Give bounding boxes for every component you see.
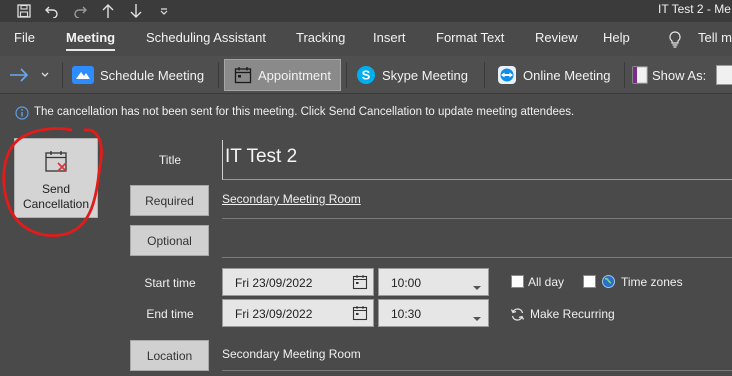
calendar-icon [234,66,252,84]
forward-button[interactable] [8,59,30,91]
ribbon-tabs: File Meeting Scheduling Assistant Tracki… [0,22,732,56]
calendar-cancel-icon [44,149,70,178]
down-arrow-icon[interactable] [122,1,150,21]
send-cancellation-button[interactable]: Send Cancellation [14,138,98,218]
online-meeting-label: Online Meeting [523,67,611,83]
undo-icon[interactable] [38,1,66,21]
end-date-picker[interactable]: Fri 23/09/2022 [222,299,374,327]
send-cancellation-label-line1: Send [41,182,71,196]
show-as-select[interactable] [716,65,732,85]
end-time-label: End time [146,307,194,321]
recurrence-icon [510,307,525,322]
location-input[interactable]: Secondary Meeting Room [222,347,732,371]
appointment-label: Appointment [258,67,331,83]
svg-text:S: S [362,68,371,83]
show-as-label: Show As: [652,67,707,83]
start-time-select[interactable]: 10:00 [378,268,489,296]
title-input[interactable]: IT Test 2 [222,140,732,180]
teamviewer-icon [497,65,517,85]
tell-me-search[interactable]: Tell m [698,30,732,45]
time-zones-label: Time zones [621,275,683,289]
tab-meeting[interactable]: Meeting [66,30,116,51]
info-bar: The cancellation has not been sent for t… [0,100,732,126]
arrow-right-icon [10,68,29,82]
start-time-value: 10:00 [391,276,422,290]
start-date-picker[interactable]: Fri 23/09/2022 [222,268,374,296]
required-button[interactable]: Required [130,185,209,216]
toolbar-separator [484,62,485,88]
tab-scheduling-assistant[interactable]: Scheduling Assistant [146,30,266,45]
zoom-meeting-icon [72,66,94,84]
schedule-meeting-label: Schedule Meeting [100,67,205,83]
optional-button[interactable]: Optional [130,225,209,256]
tab-tracking[interactable]: Tracking [296,30,345,45]
start-time-label: Start time [144,276,196,290]
required-attendees-field[interactable]: Secondary Meeting Room [222,192,732,219]
calendar-icon[interactable] [352,305,368,324]
required-attendee[interactable]: Secondary Meeting Room [222,192,361,206]
show-as-icon [632,66,648,84]
redo-icon[interactable] [66,1,94,21]
tab-review[interactable]: Review [535,30,578,45]
quick-access-toolbar [10,0,178,22]
toolbar-separator [346,62,347,88]
end-time-value: 10:30 [391,307,422,321]
time-zones-checkbox[interactable] [583,275,596,288]
appointment-button[interactable]: Appointment [224,59,341,91]
window-title: IT Test 2 - Me [658,2,731,16]
send-cancellation-label-line2: Cancellation [22,197,90,211]
toolbar-separator [624,62,625,88]
tab-file[interactable]: File [14,30,35,45]
all-day-label: All day [528,275,565,289]
skype-icon: S [356,65,376,85]
make-recurring-label: Make Recurring [530,307,615,321]
schedule-meeting-button[interactable]: Schedule Meeting [72,59,204,91]
calendar-icon[interactable] [352,274,368,293]
title-label: Title [158,153,182,167]
globe-icon [601,274,616,294]
ribbon-toolbar: Schedule Meeting Appointment S Skype Mee… [0,56,732,94]
chevron-down-icon [472,311,482,325]
chevron-down-icon [472,280,482,294]
info-icon [15,106,29,123]
tab-format-text[interactable]: Format Text [436,30,504,45]
skype-meeting-button[interactable]: S Skype Meeting [356,59,468,91]
forward-dropdown-button[interactable] [40,59,50,91]
skype-meeting-label: Skype Meeting [382,67,468,83]
optional-attendees-field[interactable] [222,232,732,258]
all-day-checkbox[interactable] [511,275,524,288]
make-recurring-button[interactable]: Make Recurring [510,305,615,323]
lightbulb-icon[interactable] [668,31,682,53]
tab-insert[interactable]: Insert [373,30,406,45]
start-date-value: Fri 23/09/2022 [235,276,313,290]
toolbar-separator [62,62,63,88]
end-date-value: Fri 23/09/2022 [235,307,313,321]
chevron-down-icon [41,72,49,77]
toolbar-separator [218,62,219,88]
info-message: The cancellation has not been sent for t… [34,106,575,118]
online-meeting-button[interactable]: Online Meeting [497,59,610,91]
tab-help[interactable]: Help [603,30,630,45]
save-icon[interactable] [10,1,38,21]
title-bar: IT Test 2 - Me [0,0,732,22]
up-arrow-icon[interactable] [94,1,122,21]
customize-qat-icon[interactable] [150,1,178,21]
show-as-control[interactable]: Show As: [632,59,732,91]
end-time-select[interactable]: 10:30 [378,299,489,327]
location-button[interactable]: Location [130,340,209,371]
